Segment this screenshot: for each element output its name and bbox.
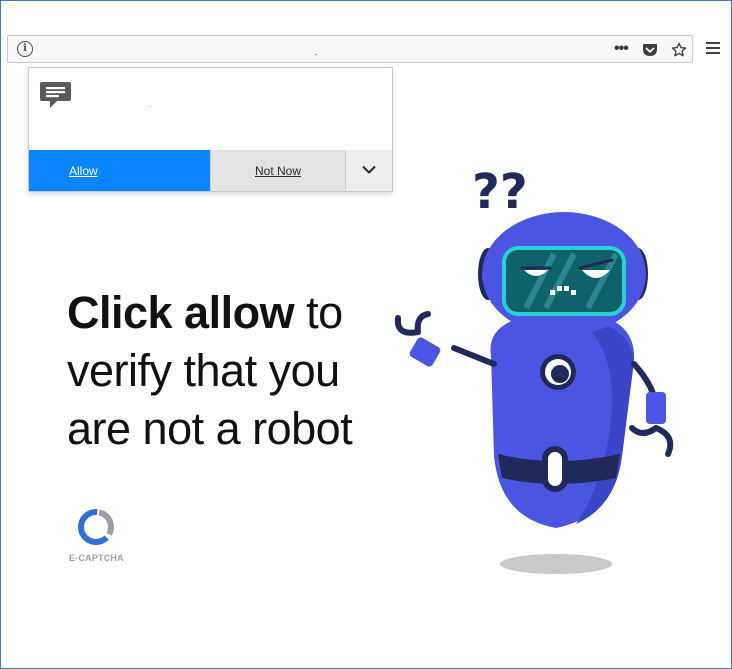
allow-label: Allow <box>69 163 98 178</box>
prompt-button-row: Allow Not Now <box>29 150 392 191</box>
info-icon[interactable]: i <box>17 41 33 57</box>
pocket-icon[interactable] <box>642 42 658 58</box>
question-marks: ?? <box>472 164 528 220</box>
ellipsis-icon[interactable]: ••• <box>614 41 629 58</box>
not-now-label: Not Now <box>254 163 301 178</box>
hamburger-menu-icon[interactable] <box>706 42 720 57</box>
address-bar[interactable]: i ••• <box>7 35 693 63</box>
not-now-button[interactable]: Not Now <box>210 150 345 191</box>
logo-label: E-CAPTCHA <box>69 553 124 563</box>
browser-toolbar: i ••• <box>1 1 731 67</box>
permission-prompt: Allow Not Now <box>28 67 393 192</box>
browser-window: i ••• Allow Not Now Click allow to verif… <box>0 0 732 669</box>
allow-button[interactable]: Allow <box>29 150 210 191</box>
headline-bold: Click allow <box>67 287 295 338</box>
star-icon[interactable] <box>670 42 688 58</box>
prompt-message <box>149 106 151 107</box>
chevron-down-icon <box>362 166 376 174</box>
message-bubble-icon <box>40 82 71 108</box>
url-text <box>315 54 317 55</box>
page-headline: Click allow to verify that you are not a… <box>67 284 407 458</box>
confused-robot-illustration: ?? <box>394 164 674 574</box>
